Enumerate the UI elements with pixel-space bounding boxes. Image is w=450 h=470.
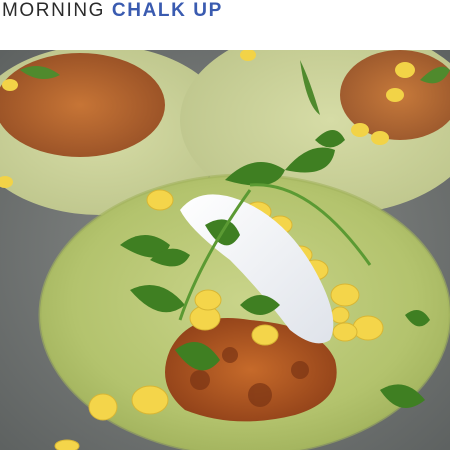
taco-illustration <box>0 50 450 450</box>
hero-food-photo <box>0 50 450 450</box>
brand-title-light: MORNING <box>2 0 106 21</box>
header-bar: MORNING CHALK UP <box>0 0 450 50</box>
brand-title-bold: CHALK UP <box>111 0 223 21</box>
bottom-margin <box>0 450 450 470</box>
brand-title[interactable]: MORNING CHALK UP <box>2 0 223 22</box>
